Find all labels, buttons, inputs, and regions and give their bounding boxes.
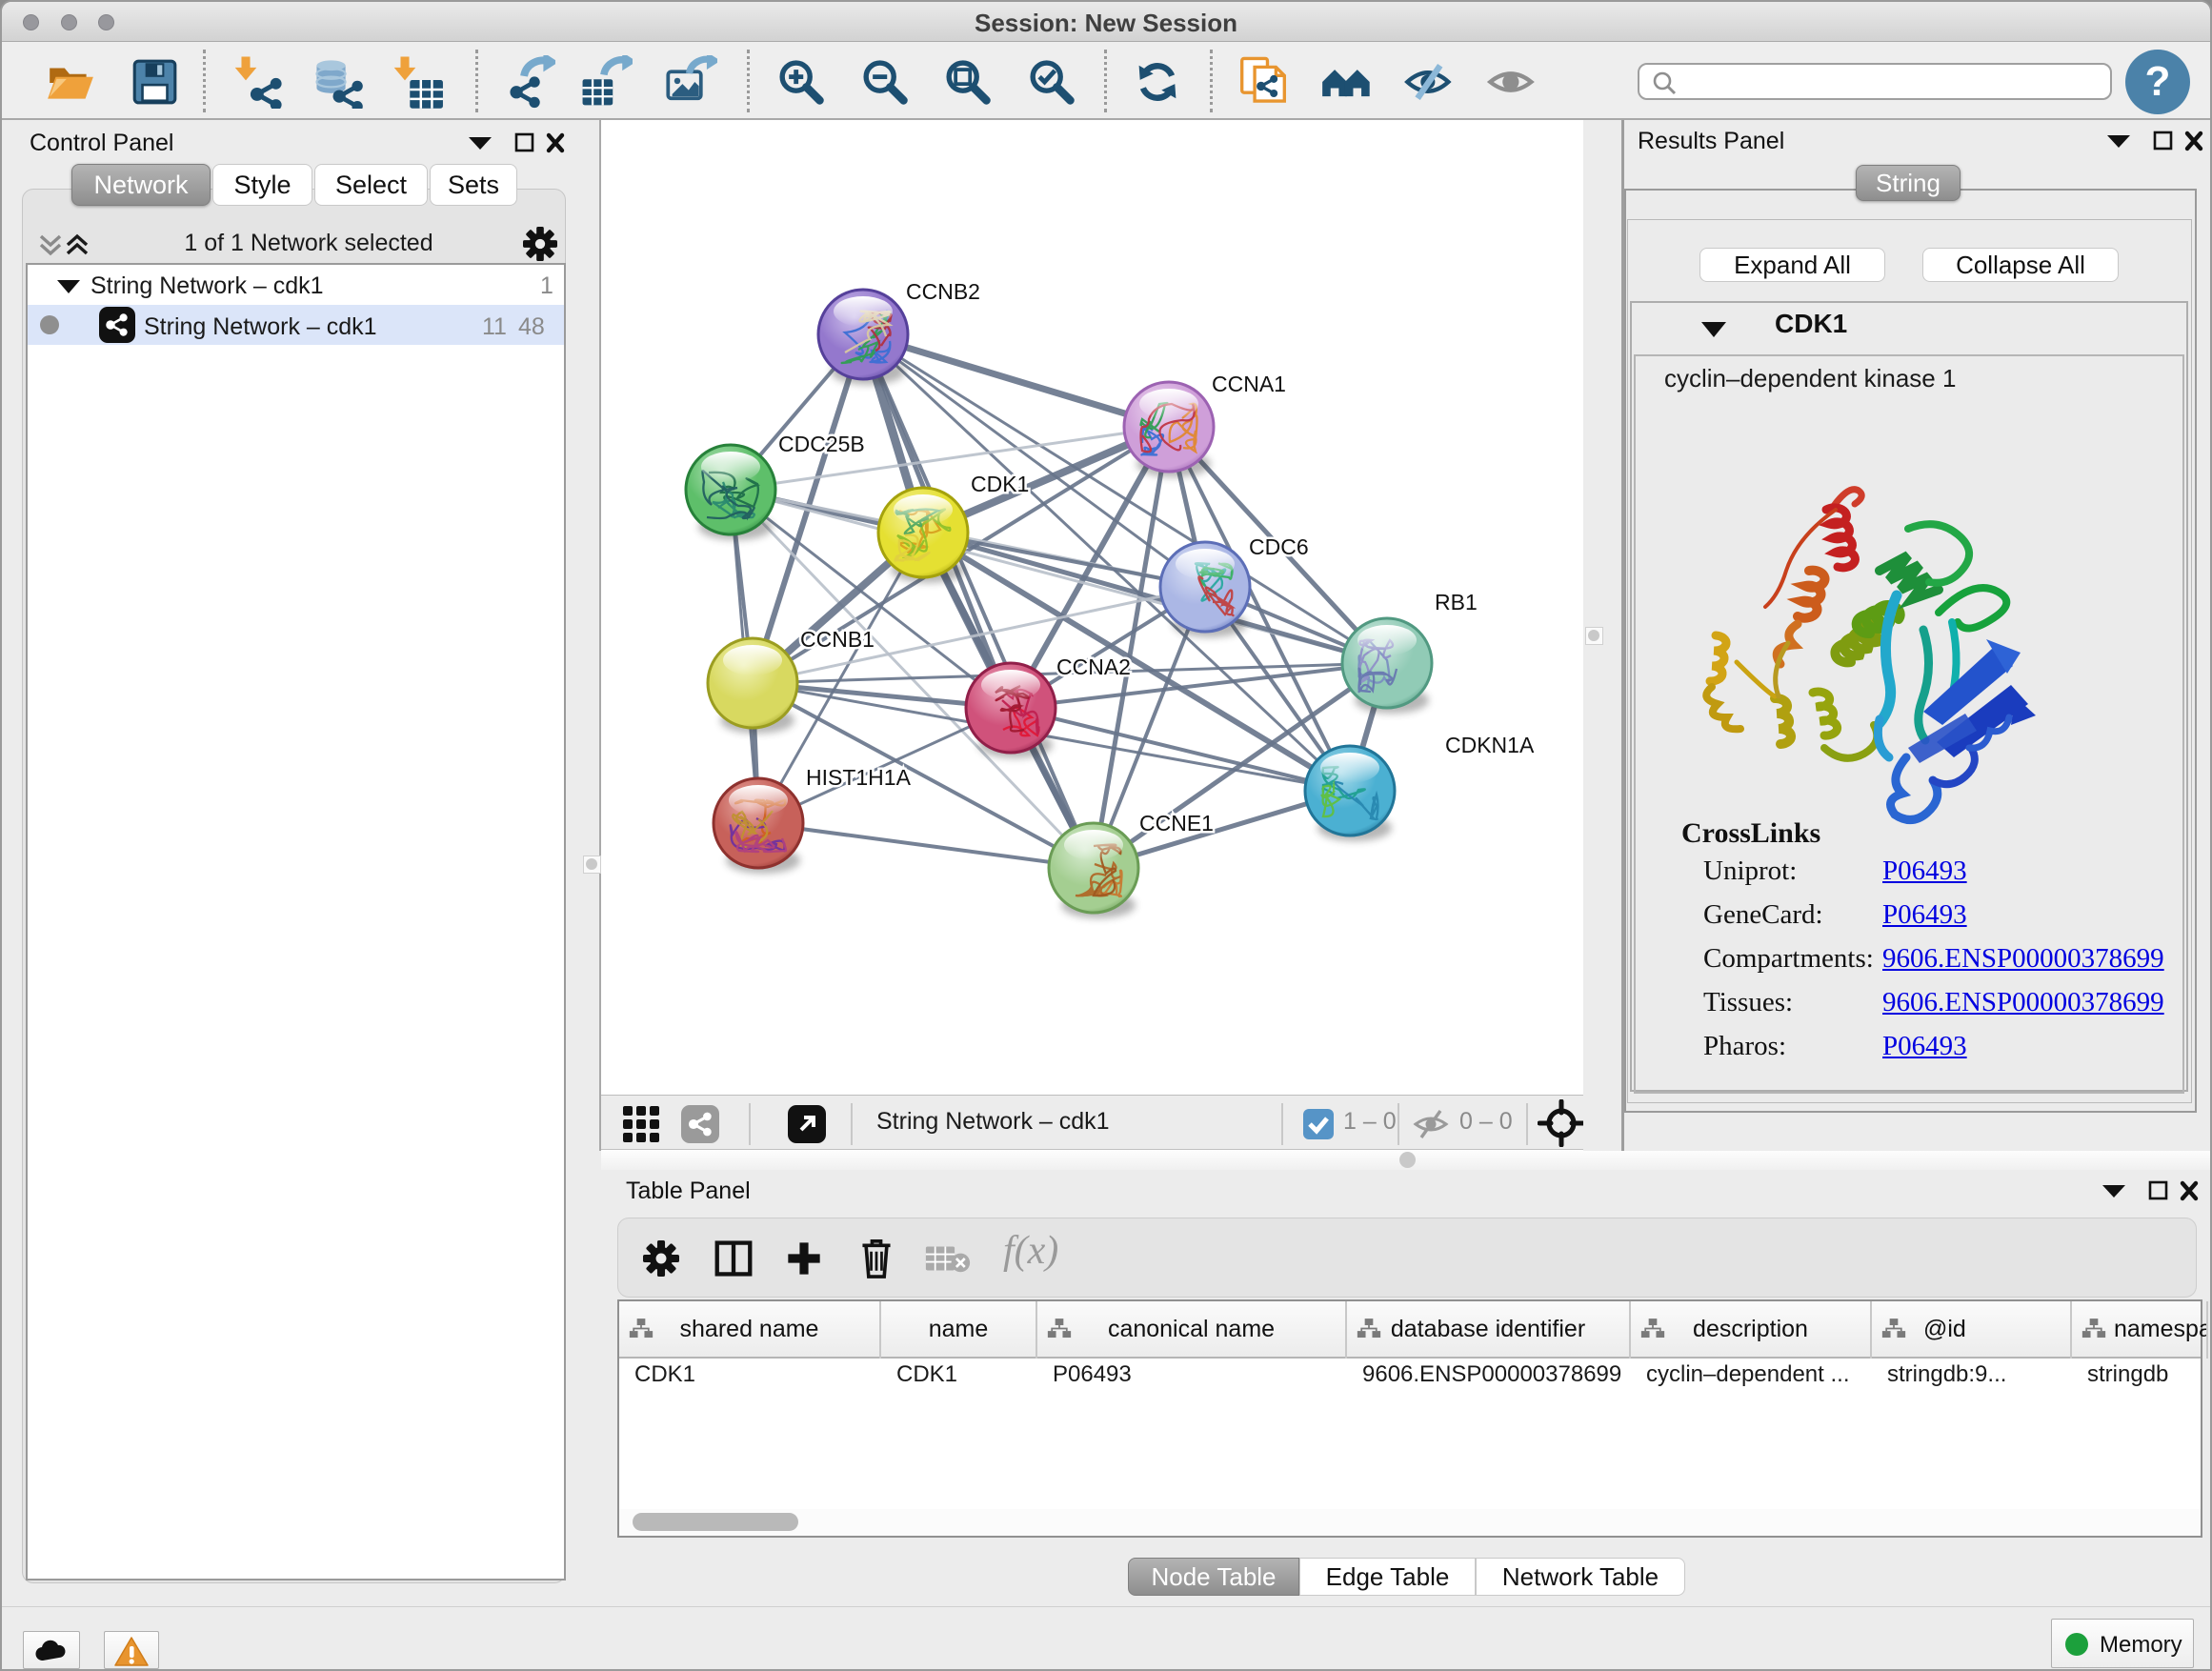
svg-text:CDKN1A: CDKN1A xyxy=(1445,733,1535,757)
svg-text:CDC25B: CDC25B xyxy=(778,432,865,456)
svg-text:CCNE1: CCNE1 xyxy=(1139,811,1214,836)
svg-text:CDK1: CDK1 xyxy=(971,472,1029,496)
svg-text:CCNA2: CCNA2 xyxy=(1056,654,1131,679)
svg-text:RB1: RB1 xyxy=(1435,590,1478,614)
svg-text:CCNB1: CCNB1 xyxy=(800,627,875,652)
svg-text:CCNA1: CCNA1 xyxy=(1212,372,1286,396)
svg-text:?: ? xyxy=(2145,58,2171,105)
svg-text:CCNB2: CCNB2 xyxy=(906,279,980,304)
svg-text:CDC6: CDC6 xyxy=(1249,534,1309,559)
svg-text:HIST1H1A: HIST1H1A xyxy=(806,765,912,790)
